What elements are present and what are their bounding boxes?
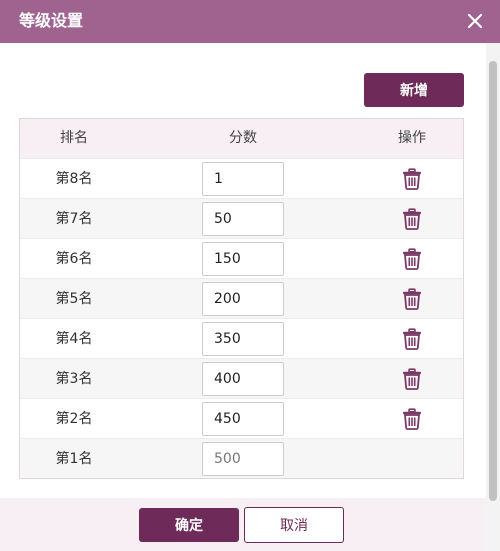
close-icon[interactable] — [464, 10, 486, 32]
rank-label: 第2名 — [55, 411, 93, 427]
score-input[interactable] — [202, 402, 284, 436]
dialog-header: 等级设置 — [0, 0, 500, 43]
table-row: 第8名 — [20, 158, 463, 198]
trash-icon[interactable] — [402, 248, 422, 270]
level-table: 排名 分数 操作 第8名第7名第6名第5名第4名第3名第2名第1名 — [19, 118, 464, 479]
table-header: 排名 分数 操作 — [20, 119, 463, 158]
table-row: 第3名 — [20, 358, 463, 398]
rank-label: 第1名 — [55, 451, 93, 467]
score-input[interactable] — [202, 282, 284, 316]
rank-label: 第6名 — [55, 251, 93, 267]
rank-label: 第8名 — [55, 171, 93, 187]
score-input[interactable] — [202, 162, 284, 196]
score-input[interactable] — [202, 322, 284, 356]
dialog-footer: 确定 取消 — [0, 498, 486, 551]
table-row: 第4名 — [20, 318, 463, 358]
trash-icon[interactable] — [402, 408, 422, 430]
score-input[interactable] — [202, 202, 284, 236]
add-button[interactable]: 新增 — [364, 73, 464, 107]
table-row: 第1名 — [20, 438, 463, 478]
score-input[interactable] — [202, 362, 284, 396]
table-row: 第6名 — [20, 238, 463, 278]
scrollbar-thumb[interactable] — [489, 61, 497, 501]
header-action: 操作 — [398, 130, 426, 146]
trash-icon[interactable] — [402, 168, 422, 190]
rank-label: 第4名 — [55, 331, 93, 347]
trash-icon[interactable] — [402, 368, 422, 390]
confirm-button[interactable]: 确定 — [139, 508, 239, 542]
rank-label: 第3名 — [55, 371, 93, 387]
dialog-title: 等级设置 — [19, 11, 84, 30]
rank-label: 第7名 — [55, 211, 93, 227]
header-score: 分数 — [229, 130, 257, 146]
score-input — [202, 442, 284, 476]
table-row: 第7名 — [20, 198, 463, 238]
table-row: 第2名 — [20, 398, 463, 438]
score-input[interactable] — [202, 242, 284, 276]
header-rank: 排名 — [60, 130, 88, 146]
rank-label: 第5名 — [55, 291, 93, 307]
trash-icon[interactable] — [402, 328, 422, 350]
level-settings-dialog: 等级设置 新增 排名 分数 操作 第8名第7名第6名第5名第4名第3名第2名第1… — [0, 0, 500, 551]
trash-icon[interactable] — [402, 208, 422, 230]
trash-icon[interactable] — [402, 288, 422, 310]
table-row: 第5名 — [20, 278, 463, 318]
scrollbar[interactable] — [486, 43, 500, 551]
cancel-button[interactable]: 取消 — [244, 507, 344, 543]
